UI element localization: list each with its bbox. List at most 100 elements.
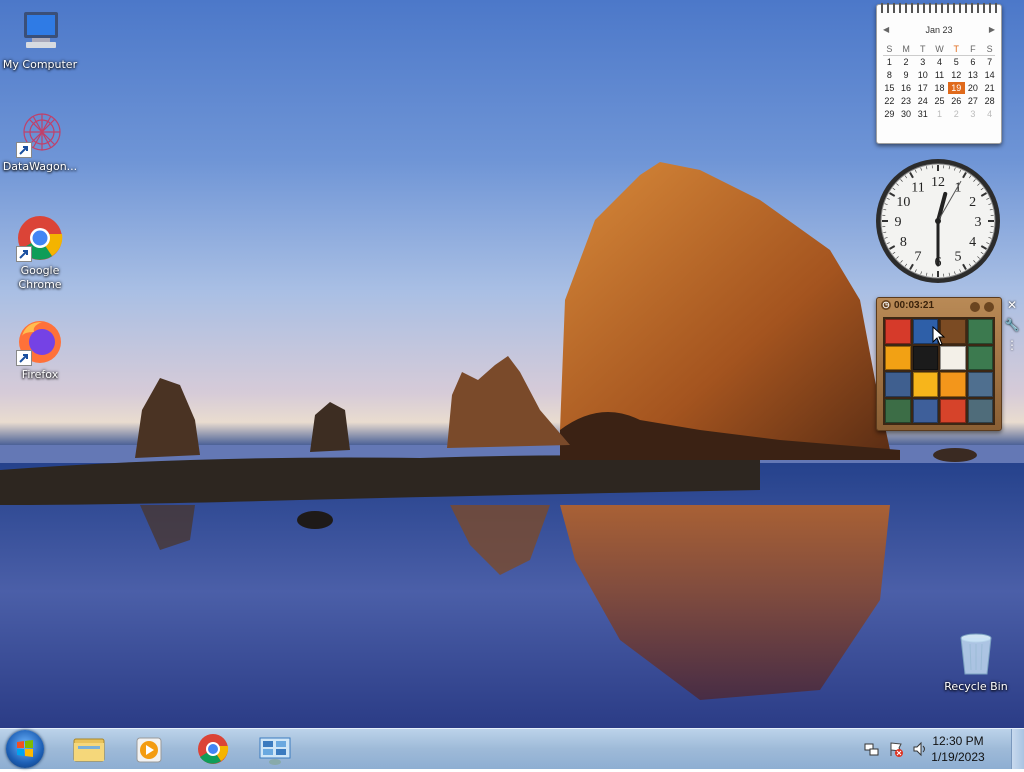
calendar-weekday-header: F <box>965 43 982 55</box>
calendar-day[interactable]: 14 <box>981 69 998 81</box>
calendar-day[interactable]: 1 <box>881 56 898 68</box>
calendar-day[interactable]: 21 <box>981 82 998 94</box>
puzzle-tile[interactable] <box>940 399 966 424</box>
calendar-day[interactable]: 31 <box>914 108 931 120</box>
calendar-day[interactable]: 2 <box>898 56 915 68</box>
calendar-day[interactable]: 24 <box>914 95 931 107</box>
clock-numeral: 7 <box>915 250 922 265</box>
calendar-day[interactable]: 18 <box>931 82 948 94</box>
gadget-options-icon[interactable]: 🔧 <box>1004 317 1020 333</box>
desktop-icon-label: Firefox <box>0 368 80 382</box>
calendar-day[interactable]: 23 <box>898 95 915 107</box>
wallpaper-art <box>0 0 1024 728</box>
clock-numeral: 3 <box>975 215 982 230</box>
calendar-day[interactable]: 7 <box>981 56 998 68</box>
calendar-day[interactable]: 25 <box>931 95 948 107</box>
calendar-day[interactable]: 13 <box>965 69 982 81</box>
taskbar-clock[interactable]: 12:30 PM 1/19/2023 <box>918 733 998 765</box>
desktop-icon-recycle-bin[interactable]: Recycle Bin <box>936 630 1016 694</box>
calendar-day[interactable]: 10 <box>914 69 931 81</box>
desktop-icon-label: My Computer <box>0 58 80 72</box>
gadget-toolbar: ✕ 🔧 ⋮ <box>1004 297 1022 357</box>
show-desktop-button[interactable] <box>1011 729 1024 769</box>
calendar-day[interactable]: 17 <box>914 82 931 94</box>
taskbar-chrome-button[interactable] <box>186 731 240 767</box>
calendar-gadget[interactable]: ◀ Jan 23 ▶ SMTWTFS1234567891011121314151… <box>876 4 1002 144</box>
puzzle-tile[interactable] <box>968 319 994 344</box>
calendar-day[interactable]: 4 <box>981 108 998 120</box>
puzzle-tile[interactable] <box>885 399 911 424</box>
calendar-next-month-icon[interactable]: ▶ <box>989 25 995 34</box>
action-center-flag-icon[interactable] <box>888 741 904 757</box>
calendar-day[interactable]: 3 <box>965 108 982 120</box>
gadget-close-icon[interactable]: ✕ <box>1004 297 1020 313</box>
calendar-day[interactable]: 5 <box>948 56 965 68</box>
puzzle-help-icon[interactable] <box>970 302 980 312</box>
calendar-day[interactable]: 19 <box>948 82 965 94</box>
firefox-icon <box>16 318 64 366</box>
calendar-day[interactable]: 28 <box>981 95 998 107</box>
clock-gadget[interactable]: 121234567891011 <box>874 157 1002 285</box>
taskbar-file-explorer-button[interactable] <box>62 731 116 767</box>
system-tray: 12:30 PM 1/19/2023 <box>854 729 1024 769</box>
mouse-cursor-icon <box>932 326 946 346</box>
calendar-day[interactable]: 2 <box>948 108 965 120</box>
calendar-day[interactable]: 16 <box>898 82 915 94</box>
gadget-drag-handle-icon[interactable]: ⋮ <box>1004 337 1020 353</box>
calendar-month-label: Jan 23 <box>925 25 952 35</box>
puzzle-tile[interactable] <box>968 372 994 397</box>
picture-puzzle-gadget[interactable]: ◷00:03:21 <box>876 297 1002 431</box>
calendar-header: ◀ Jan 23 ▶ <box>877 25 1001 39</box>
media-player-icon <box>122 731 176 767</box>
taskbar: 12:30 PM 1/19/2023 <box>0 728 1024 769</box>
desktop-icon-google-chrome[interactable]: Google Chrome <box>0 214 80 292</box>
calendar-day[interactable]: 6 <box>965 56 982 68</box>
calendar-day[interactable]: 8 <box>881 69 898 81</box>
calendar-day[interactable]: 29 <box>881 108 898 120</box>
calendar-day[interactable]: 1 <box>931 108 948 120</box>
chrome-icon <box>186 731 240 767</box>
desktop-wallpaper <box>0 0 1024 728</box>
clock-numeral: 4 <box>969 235 976 250</box>
calendar-day[interactable]: 26 <box>948 95 965 107</box>
calendar-day[interactable]: 20 <box>965 82 982 94</box>
network-icon[interactable] <box>864 741 880 757</box>
calendar-day[interactable]: 15 <box>881 82 898 94</box>
puzzle-tile[interactable] <box>913 346 939 371</box>
calendar-day[interactable]: 12 <box>948 69 965 81</box>
calendar-weekday-header: S <box>881 43 898 55</box>
puzzle-tile[interactable] <box>940 372 966 397</box>
desktop-icon-datawagon[interactable]: DataWagon... <box>0 110 80 174</box>
calendar-prev-month-icon[interactable]: ◀ <box>883 25 889 34</box>
puzzle-tile[interactable] <box>913 372 939 397</box>
desktop-icon-firefox[interactable]: Firefox <box>0 318 80 382</box>
calendar-day[interactable]: 9 <box>898 69 915 81</box>
puzzle-tile[interactable] <box>885 346 911 371</box>
desktop-icon-label: Google Chrome <box>0 264 80 292</box>
calendar-day[interactable]: 27 <box>965 95 982 107</box>
control-panel-icon <box>248 731 302 767</box>
desktop-icon-label: Recycle Bin <box>936 680 1016 694</box>
puzzle-tile[interactable] <box>913 399 939 424</box>
calendar-day[interactable]: 22 <box>881 95 898 107</box>
desktop-icon-my-computer[interactable]: My Computer <box>0 8 80 72</box>
taskbar-control-panel-button[interactable] <box>248 731 302 767</box>
shortcut-arrow-icon <box>16 350 32 366</box>
desktop-icon-label: DataWagon... <box>0 160 80 174</box>
shortcut-arrow-icon <box>16 142 32 158</box>
puzzle-shuffle-icon[interactable] <box>984 302 994 312</box>
calendar-day[interactable]: 3 <box>914 56 931 68</box>
puzzle-tile[interactable] <box>968 399 994 424</box>
puzzle-tile[interactable] <box>885 372 911 397</box>
file-explorer-icon <box>62 731 116 767</box>
calendar-day[interactable]: 30 <box>898 108 915 120</box>
calendar-day[interactable]: 11 <box>931 69 948 81</box>
calendar-day[interactable]: 4 <box>931 56 948 68</box>
puzzle-tile[interactable] <box>940 346 966 371</box>
start-button[interactable] <box>6 730 44 768</box>
calendar-weekday-header: T <box>948 43 965 55</box>
puzzle-tile[interactable] <box>968 346 994 371</box>
taskbar-media-player-button[interactable] <box>122 731 176 767</box>
puzzle-tile[interactable] <box>885 319 911 344</box>
puzzle-timer-value: 00:03:21 <box>894 300 934 311</box>
